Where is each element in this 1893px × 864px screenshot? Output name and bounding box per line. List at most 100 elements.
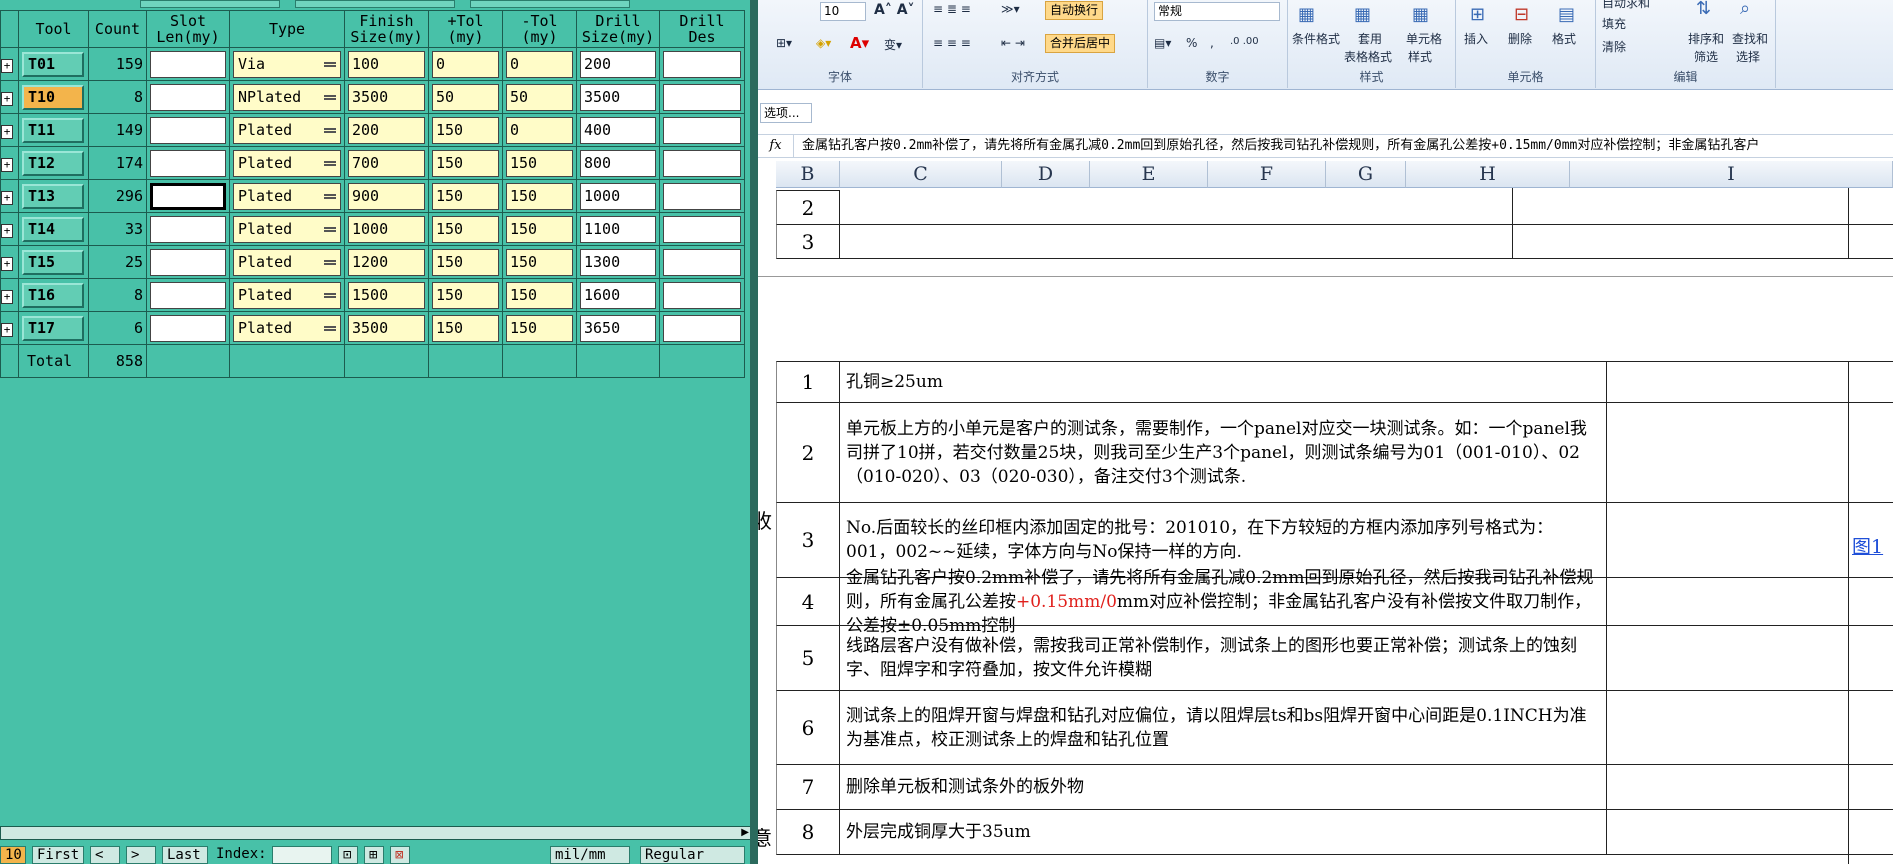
plus-tol-input[interactable]: 150	[432, 215, 499, 243]
slot-len-input[interactable]	[150, 215, 226, 243]
currency-icon[interactable]: ▤▾	[1154, 36, 1171, 50]
col-header-count[interactable]: Count	[88, 10, 147, 48]
col-header-g[interactable]: G	[1326, 161, 1406, 188]
empty-cell[interactable]	[1607, 809, 1893, 855]
comma-button[interactable]: ,	[1210, 36, 1214, 50]
figure-link[interactable]: 图1	[1852, 532, 1883, 559]
border-icon[interactable]: ⊞▾	[776, 36, 792, 50]
expand-icon[interactable]: +	[1, 59, 13, 73]
requirement-cell[interactable]: 单元板上方的小单元是客户的测试条，需要制作，一个panel对应交一块测试条。如：…	[840, 402, 1607, 503]
col-header-slot-len[interactable]: Slot Len(my)	[146, 10, 230, 48]
plus-tol-input[interactable]: 0	[432, 50, 499, 78]
empty-cell[interactable]	[1607, 625, 1893, 691]
dropdown-icon[interactable]	[324, 226, 336, 232]
dropdown-icon[interactable]	[324, 127, 336, 133]
align-left-icon[interactable]: ≡ ≡ ≡	[933, 36, 971, 50]
drill-size-input[interactable]: 400	[580, 116, 656, 144]
col-header-f[interactable]: F	[1208, 161, 1326, 188]
slot-len-input[interactable]	[150, 248, 226, 276]
tool-button[interactable]: T12	[22, 150, 84, 176]
fill-button[interactable]: 填充	[1602, 15, 1626, 32]
col-header-finish-size[interactable]: Finish Size(my)	[344, 10, 429, 48]
dropdown-icon[interactable]	[324, 160, 336, 166]
drill-size-input[interactable]: 1300	[580, 248, 656, 276]
phonetic-icon[interactable]: 变▾	[884, 36, 902, 53]
find-select-icon[interactable]: ⌕	[1740, 0, 1750, 19]
dropdown-icon[interactable]	[324, 193, 336, 199]
fx-icon[interactable]: fx	[758, 135, 794, 157]
type-select[interactable]: Via	[233, 50, 341, 78]
type-select[interactable]: Plated	[233, 215, 341, 243]
empty-cell[interactable]	[1607, 361, 1893, 403]
slot-len-input[interactable]	[150, 116, 226, 144]
drill-size-input[interactable]: 200	[580, 50, 656, 78]
expand-icon[interactable]: +	[1, 191, 13, 205]
expand-icon[interactable]: +	[1, 323, 13, 337]
tool-button[interactable]: T01	[22, 51, 84, 77]
expand-icon[interactable]: +	[1, 92, 13, 106]
drill-des-input[interactable]	[663, 215, 741, 243]
minus-tol-input[interactable]: 150	[506, 215, 573, 243]
cell-style-icon[interactable]: ▦	[1412, 4, 1429, 25]
dropdown-icon[interactable]	[324, 259, 336, 265]
drill-size-input[interactable]: 1100	[580, 215, 656, 243]
finish-size-input[interactable]: 3500	[348, 83, 425, 111]
type-select[interactable]: Plated	[233, 248, 341, 276]
cell-style-label-2[interactable]: 样式	[1408, 48, 1432, 65]
expand-icon[interactable]: +	[1, 290, 13, 304]
col-header-plus-tol[interactable]: +Tol (my)	[428, 10, 503, 48]
format-button[interactable]: 格式	[1552, 30, 1576, 47]
empty-cell[interactable]	[1607, 502, 1893, 578]
plus-tol-input[interactable]: 50	[432, 83, 499, 111]
table-row[interactable]: + T15 25 Plated 1200 150 150 1300	[0, 245, 745, 279]
search-icon[interactable]: ⊡	[338, 846, 358, 864]
wrap-text-button[interactable]: 自动换行	[1045, 1, 1104, 20]
table-format-icon[interactable]: ▦	[1354, 4, 1371, 25]
drill-size-input[interactable]: 3500	[580, 83, 656, 111]
percent-button[interactable]: %	[1186, 36, 1197, 50]
empty-cell[interactable]	[1607, 764, 1893, 810]
col-header-drill-size[interactable]: Drill Size(my)	[576, 10, 660, 48]
decimal-icon[interactable]: .0 .00	[1230, 36, 1259, 47]
grow-font-icon[interactable]: A˄ A˅	[874, 2, 915, 18]
finish-size-input[interactable]: 200	[348, 116, 425, 144]
drill-des-input[interactable]	[663, 149, 741, 177]
slot-len-input[interactable]	[150, 83, 226, 111]
formula-text[interactable]: 金属钻孔客户按0.2mm补偿了，请先将所有金属孔减0.2mm回到原始孔径，然后按…	[794, 138, 1759, 153]
refresh-icon[interactable]: ⊞	[364, 846, 384, 864]
slot-len-input[interactable]	[150, 314, 226, 342]
finish-size-input[interactable]: 3500	[348, 314, 425, 342]
close-icon[interactable]: ⊠	[390, 846, 410, 864]
requirement-cell[interactable]: 外层完成铜厚大于35um	[840, 809, 1607, 855]
expand-icon[interactable]: +	[1, 125, 13, 139]
scroll-right-arrow-icon[interactable]: ▶	[741, 827, 749, 838]
minus-tol-input[interactable]: 150	[506, 149, 573, 177]
table-format-label-2[interactable]: 表格格式	[1344, 48, 1392, 65]
align-top-icon[interactable]: ≡ ≣ ≡	[933, 2, 971, 16]
minus-tol-input[interactable]: 0	[506, 50, 573, 78]
tool-button[interactable]: T17	[22, 315, 84, 341]
col-header-tool[interactable]: Tool	[18, 10, 89, 48]
font-size-select[interactable]: 10	[820, 2, 866, 21]
conditional-format-button[interactable]: 条件格式	[1292, 30, 1340, 47]
plus-tol-input[interactable]: 150	[432, 116, 499, 144]
table-row[interactable]: + T01 159 Via 100 0 0 200	[0, 47, 745, 81]
requirement-cell[interactable]: 金属钻孔客户按0.2mm补偿了，请先将所有金属孔减0.2mm回到原始孔径，然后按…	[840, 568, 1607, 636]
plus-tol-input[interactable]: 150	[432, 248, 499, 276]
table-format-label-1[interactable]: 套用	[1358, 30, 1382, 47]
finish-size-input[interactable]: 700	[348, 149, 425, 177]
font-color-icon[interactable]: A▾	[850, 34, 869, 52]
drill-des-input[interactable]	[663, 314, 741, 342]
find-select-label-2[interactable]: 选择	[1736, 48, 1760, 65]
slot-len-input[interactable]	[150, 182, 226, 210]
table-row[interactable]: + T17 6 Plated 3500 150 150 3650	[0, 311, 745, 345]
formula-bar[interactable]: fx 金属钻孔客户按0.2mm补偿了，请先将所有金属孔减0.2mm回到原始孔径，然…	[758, 134, 1893, 158]
table-row[interactable]: + T11 149 Plated 200 150 0 400	[0, 113, 745, 147]
drill-size-input[interactable]: 3650	[580, 314, 656, 342]
type-select[interactable]: Plated	[233, 182, 341, 210]
first-button[interactable]: First	[32, 846, 84, 864]
col-header-type[interactable]: Type	[229, 10, 345, 48]
merge-center-button[interactable]: 合并后居中	[1045, 34, 1116, 53]
horizontal-scrollbar[interactable]: ▶	[0, 826, 752, 840]
requirement-cell[interactable]: 孔铜≥25um	[840, 361, 1607, 403]
